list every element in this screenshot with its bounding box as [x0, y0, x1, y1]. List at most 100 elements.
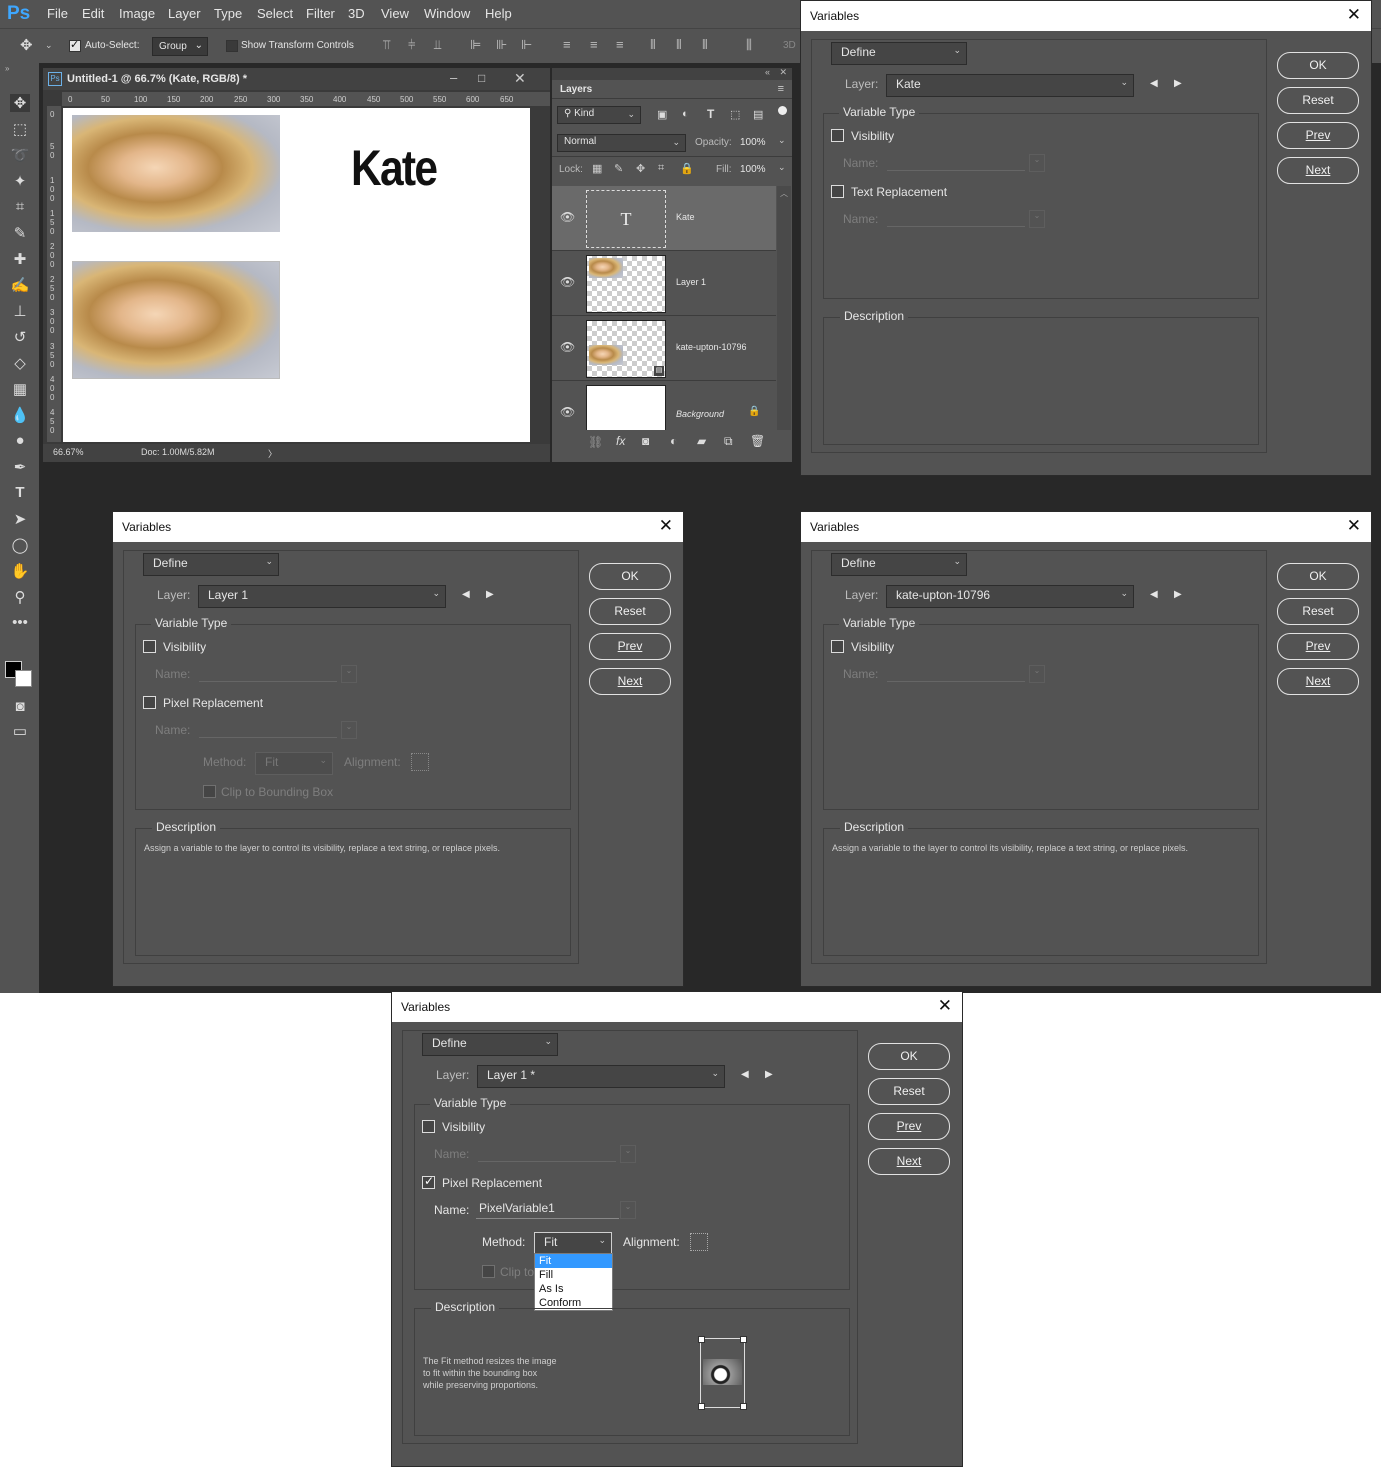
ok-button[interactable]: OK [1277, 52, 1359, 79]
method-option-as-is[interactable]: As Is [535, 1282, 612, 1296]
menu-help[interactable]: Help [485, 6, 512, 21]
ok-button[interactable]: OK [1277, 563, 1359, 590]
tab-layers[interactable]: Layers [560, 84, 592, 95]
auto-select-checkbox[interactable] [69, 38, 81, 52]
scrollbar[interactable]: ︿ ﹀ [777, 186, 791, 446]
eraser-tool-icon[interactable]: ◇ [10, 354, 30, 372]
visibility-label[interactable]: Visibility [163, 640, 206, 654]
filter-toggle-icon[interactable] [778, 106, 787, 115]
visibility-checkbox[interactable] [422, 1120, 435, 1133]
mask-icon[interactable]: ◙ [642, 434, 649, 448]
method-dropdown-list[interactable]: Fit Fill As Is Conform [534, 1253, 613, 1311]
ok-button[interactable]: OK [868, 1043, 950, 1070]
menu-edit[interactable]: Edit [82, 6, 104, 21]
layer-select[interactable]: Layer 1 ⌄ [198, 585, 446, 608]
filter-pixel-icon[interactable]: ▣ [657, 108, 667, 121]
align-bottom-icon[interactable]: ⫫ [434, 37, 441, 53]
method-option-fill[interactable]: Fill [535, 1268, 612, 1282]
visibility-checkbox[interactable] [143, 640, 156, 653]
close-icon[interactable]: ✕ [659, 516, 673, 536]
close-icon[interactable]: ✕ [514, 70, 526, 87]
visibility-checkbox[interactable] [831, 129, 844, 142]
text-replacement-label[interactable]: Text Replacement [851, 185, 947, 199]
magic-wand-tool-icon[interactable]: ✦ [10, 172, 30, 190]
distribute-bottom-icon[interactable]: ≡ [616, 37, 624, 52]
reset-button[interactable]: Reset [1277, 87, 1359, 114]
marquee-tool-icon[interactable]: ⬚ [10, 120, 30, 138]
name-input[interactable]: PixelVariable1 [476, 1201, 619, 1219]
next-layer-arrow[interactable]: ▶ [1174, 78, 1182, 89]
lock-artboard-icon[interactable]: ⌗ [658, 162, 664, 175]
trash-icon[interactable]: 🗑 [750, 434, 765, 448]
minimize-icon[interactable]: – [450, 70, 457, 85]
prev-button[interactable]: Prev [868, 1113, 950, 1140]
align-top-icon[interactable]: ⫪ [383, 37, 390, 53]
fill-value[interactable]: 100% [740, 164, 766, 175]
distribute-hcenter-icon[interactable]: ⦀ [676, 37, 682, 53]
align-right-icon[interactable]: ⊩ [521, 37, 532, 53]
close-icon[interactable]: ✕ [938, 996, 952, 1016]
collapse-icon[interactable]: « [765, 67, 770, 77]
define-select[interactable]: Define ⌄ [831, 42, 967, 65]
close-icon[interactable]: ✕ [1347, 516, 1361, 536]
layer-select[interactable]: Kate ⌄ [886, 74, 1134, 97]
screen-mode-icon[interactable]: ▭ [10, 722, 30, 740]
chevron-down-icon[interactable]: ⌄ [620, 1201, 636, 1219]
stamp-tool-icon[interactable]: ⊥ [10, 302, 30, 320]
menu-3d[interactable]: 3D [348, 6, 365, 21]
lock-all-icon[interactable]: 🔒 [680, 162, 694, 175]
align-vcenter-icon[interactable]: ⫩ [408, 37, 415, 53]
previous-layer-arrow[interactable]: ◀ [1150, 589, 1158, 600]
scroll-up-icon[interactable]: ︿ [780, 188, 788, 199]
menu-filter[interactable]: Filter [306, 6, 335, 21]
move-tool-icon[interactable]: ✥ [20, 36, 33, 54]
pixel-replacement-label[interactable]: Pixel Replacement [163, 696, 263, 710]
layer-select[interactable]: Layer 1 * ⌄ [477, 1065, 725, 1088]
chevron-down-icon[interactable]: ⌄ [778, 135, 786, 146]
next-layer-arrow[interactable]: ▶ [1174, 589, 1182, 600]
next-layer-arrow[interactable]: ▶ [486, 589, 494, 600]
layer-row-layer-1[interactable]: 👁 Layer 1 [552, 251, 776, 316]
hand-tool-icon[interactable]: ✋ [10, 562, 30, 580]
layer-name[interactable]: Background [676, 409, 724, 419]
layer-name[interactable]: Kate [676, 212, 695, 222]
gradient-tool-icon[interactable]: ▦ [10, 380, 30, 398]
prev-button[interactable]: Prev [1277, 633, 1359, 660]
align-left-icon[interactable]: ⊫ [470, 37, 481, 53]
pen-tool-icon[interactable]: ✒ [10, 458, 30, 476]
menu-view[interactable]: View [381, 6, 409, 21]
chevron-down-icon[interactable]: ⌄ [778, 162, 786, 173]
opacity-value[interactable]: 100% [740, 137, 766, 148]
distribute-right-icon[interactable]: ⦀ [702, 37, 708, 53]
lock-position-icon[interactable]: ✥ [636, 162, 645, 175]
eye-icon[interactable]: 👁 [560, 405, 575, 419]
blend-mode-select[interactable]: Normal ⌄ [557, 134, 686, 152]
alignment-grid-icon[interactable] [690, 1233, 708, 1251]
distribute-top-icon[interactable]: ≡ [563, 37, 571, 52]
quick-mask-icon[interactable]: ◙ [10, 698, 30, 715]
fx-icon[interactable]: fx [616, 434, 625, 448]
auto-align-icon[interactable]: ⫼ [746, 37, 752, 53]
method-select[interactable]: Fit ⌄ [534, 1232, 612, 1255]
previous-layer-arrow[interactable]: ◀ [462, 589, 470, 600]
menu-layer[interactable]: Layer [168, 6, 201, 21]
visibility-label[interactable]: Visibility [851, 640, 894, 654]
visibility-label[interactable]: Visibility [442, 1120, 485, 1134]
reset-button[interactable]: Reset [589, 598, 671, 625]
define-select[interactable]: Define ⌄ [143, 553, 279, 576]
distribute-left-icon[interactable]: ⦀ [650, 37, 656, 53]
zoom-tool-icon[interactable]: ⚲ [10, 588, 30, 606]
visibility-checkbox[interactable] [831, 640, 844, 653]
ok-button[interactable]: OK [589, 563, 671, 590]
folder-icon[interactable]: ▰ [697, 434, 706, 448]
close-icon[interactable]: ✕ [1347, 5, 1361, 25]
brush-tool-icon[interactable]: ✍ [10, 276, 30, 294]
next-button[interactable]: Next [1277, 157, 1359, 184]
layer-select[interactable]: kate-upton-10796 ⌄ [886, 585, 1134, 608]
lock-pixels-icon[interactable]: ✎ [614, 162, 623, 175]
align-hcenter-icon[interactable]: ⊪ [496, 37, 507, 53]
move-tool-icon[interactable]: ✥ [10, 94, 30, 112]
close-icon[interactable]: ✕ [779, 67, 787, 78]
pixel-replacement-checkbox[interactable] [422, 1174, 435, 1189]
layer-row-kate[interactable]: 👁 T Kate [552, 186, 776, 251]
